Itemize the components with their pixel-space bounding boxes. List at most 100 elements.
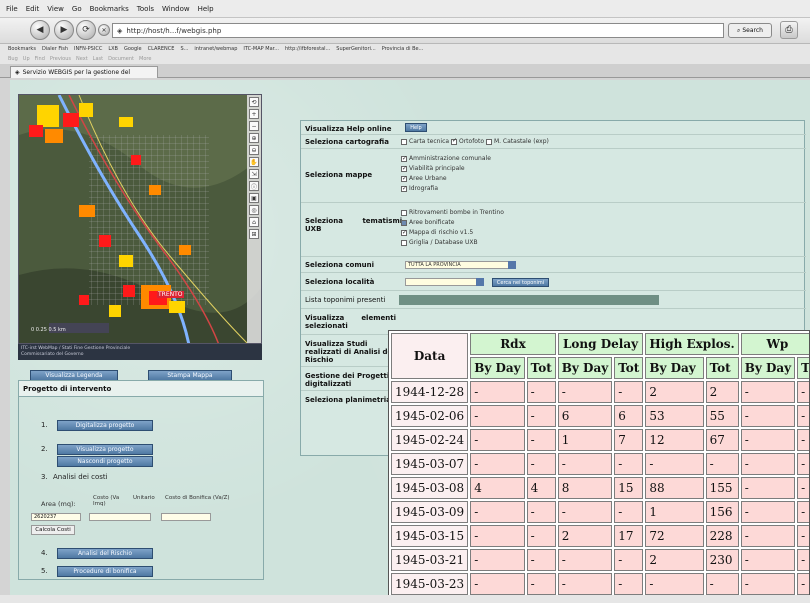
print-icon[interactable]: ⎙ bbox=[780, 21, 798, 39]
table-row: 1945-02-24- -1 7 12 67- - bbox=[391, 429, 809, 451]
comuni-label: Seleziona comuni bbox=[305, 261, 374, 269]
map-tool-icon[interactable]: ⟲ bbox=[249, 97, 259, 107]
value-cell: 4 bbox=[526, 477, 556, 499]
bookmark-item[interactable]: CLARENCE bbox=[148, 46, 175, 52]
ortofoto-checkbox[interactable] bbox=[450, 137, 457, 145]
mappa-rischio-checkbox[interactable] bbox=[401, 228, 407, 238]
address-bar[interactable]: ◈ http://host/h...f/webgis.php bbox=[112, 23, 724, 38]
comuni-select-value: TUTTA LA PROVINCIA bbox=[405, 261, 509, 269]
bookmark-item[interactable]: Dialer Fish bbox=[42, 46, 68, 52]
amministrazione-checkbox[interactable] bbox=[401, 154, 407, 164]
bookmark-item[interactable]: intranet/webmap bbox=[194, 46, 237, 52]
toponimi-list[interactable] bbox=[399, 295, 659, 305]
cerca-toponimi-button[interactable]: Cerca nei toponimi bbox=[491, 278, 550, 287]
value-cell: - bbox=[614, 549, 644, 571]
personal-toolbar-item[interactable]: Bug bbox=[8, 56, 18, 62]
carta-tecnica-checkbox[interactable] bbox=[401, 138, 407, 145]
tematismi-label-a: Seleziona bbox=[305, 217, 343, 225]
gestione-label: Gestione dei Progetti digitalizzati bbox=[305, 372, 397, 388]
bookmark-item[interactable]: INFN-PSICC bbox=[74, 46, 102, 52]
personal-toolbar-item[interactable]: Document bbox=[108, 56, 134, 62]
procedure-bonifica-button[interactable]: Procedure di bonifica bbox=[57, 566, 153, 577]
personal-toolbar-item[interactable]: Last bbox=[93, 56, 103, 62]
table-row: 1945-03-21- - - -2 230- - bbox=[391, 549, 809, 571]
bonifica-input[interactable] bbox=[161, 513, 211, 521]
map-tool-icon[interactable]: ⇲ bbox=[249, 169, 259, 179]
help-button[interactable]: Help bbox=[405, 123, 427, 132]
bookmark-item[interactable]: Bookmarks bbox=[8, 46, 36, 52]
visualizza-progetto-button[interactable]: Visualizza progetto bbox=[57, 444, 153, 455]
stop-icon[interactable]: ✕ bbox=[98, 24, 110, 36]
bookmark-item[interactable]: LXB bbox=[108, 46, 118, 52]
ritrovamenti-checkbox[interactable] bbox=[401, 209, 407, 216]
aree-bonificate-checkbox[interactable] bbox=[401, 219, 407, 226]
costo-input[interactable] bbox=[89, 513, 151, 521]
mappe-options: Amministrazione comunale Viabilità princ… bbox=[401, 154, 491, 194]
map-tool-icon[interactable]: ⊕ bbox=[249, 133, 259, 143]
value-cell: 53 bbox=[645, 405, 704, 427]
tab-webgis[interactable]: ◈ Servizio WEBGIS per la gestione del bbox=[10, 66, 158, 78]
aree-urbane-checkbox[interactable] bbox=[401, 174, 407, 184]
personal-toolbar-item[interactable]: Up bbox=[23, 56, 30, 62]
comuni-select[interactable]: TUTTA LA PROVINCIA bbox=[405, 261, 516, 269]
map-tool-icon[interactable]: + bbox=[249, 109, 259, 119]
menu-file[interactable]: File bbox=[6, 5, 18, 13]
calcola-costi-button[interactable]: Calcola Costi bbox=[31, 525, 75, 535]
bookmark-item[interactable]: S... bbox=[180, 46, 188, 52]
map-tool-icon[interactable]: ⌂ bbox=[249, 217, 259, 227]
forward-icon[interactable]: ▶ bbox=[54, 20, 74, 40]
tematismi-options: Ritrovamenti bombe in Trentino Aree boni… bbox=[401, 208, 504, 248]
map-tool-icon[interactable]: ◎ bbox=[249, 205, 259, 215]
reload-icon[interactable]: ⟳ bbox=[76, 20, 96, 40]
value-cell: - bbox=[526, 501, 556, 523]
map-view[interactable]: TRENTO 0 0.25 0.5 km ⟲ + − ⊕ ⊖ ✋ ⇲ ⓘ ▣ ◎ ⌂ ⊞ bbox=[18, 94, 262, 344]
viabilita-checkbox[interactable] bbox=[401, 164, 407, 174]
value-cell: 17 bbox=[614, 525, 644, 547]
griglia-checkbox[interactable] bbox=[401, 239, 407, 246]
bookmark-item[interactable]: Google bbox=[124, 46, 142, 52]
map-tool-icon[interactable]: ⓘ bbox=[249, 181, 259, 191]
menu-view[interactable]: View bbox=[47, 5, 64, 13]
menu-help[interactable]: Help bbox=[198, 5, 214, 13]
personal-toolbar-item[interactable]: Previous bbox=[50, 56, 71, 62]
map-tool-icon[interactable]: − bbox=[249, 121, 259, 131]
option-label: Ortofoto bbox=[458, 138, 485, 145]
menu-bookmarks[interactable]: Bookmarks bbox=[90, 5, 129, 13]
analisi-rischio-button[interactable]: Analisi del Rischio bbox=[57, 548, 153, 559]
sub-header: Tot bbox=[614, 357, 644, 379]
digitalizza-button[interactable]: Digitalizza progetto bbox=[57, 420, 153, 431]
value-cell: - bbox=[740, 525, 796, 547]
map-tool-icon[interactable]: ✋ bbox=[249, 157, 259, 167]
menu-edit[interactable]: Edit bbox=[26, 5, 40, 13]
gestione-label-b: digitalizzati bbox=[305, 380, 352, 388]
value-cell: - bbox=[470, 429, 525, 451]
search-button[interactable]: ⌕ Search bbox=[728, 23, 772, 38]
menu-go[interactable]: Go bbox=[72, 5, 82, 13]
chevron-down-icon[interactable] bbox=[508, 261, 516, 269]
bookmark-item[interactable]: ITC-MAP Mar... bbox=[243, 46, 279, 52]
nascondi-progetto-button[interactable]: Nascondi progetto bbox=[57, 456, 153, 467]
mappe-label: Seleziona mappe bbox=[305, 171, 373, 179]
value-cell: 6 bbox=[614, 405, 644, 427]
idrografia-checkbox[interactable] bbox=[401, 184, 407, 194]
personal-toolbar-item[interactable]: Next bbox=[76, 56, 88, 62]
catastale-checkbox[interactable] bbox=[485, 138, 492, 145]
bookmark-item[interactable]: http://ifbforestal... bbox=[285, 46, 330, 52]
chevron-down-icon[interactable] bbox=[476, 278, 484, 286]
personal-toolbar-item[interactable]: Find bbox=[35, 56, 45, 62]
personal-toolbar: Bug Up Find Previous Next Last Document More bbox=[0, 54, 810, 64]
localita-input[interactable] bbox=[405, 278, 477, 286]
area-input[interactable]: 2620237 bbox=[31, 513, 81, 521]
menu-window[interactable]: Window bbox=[162, 5, 190, 13]
map-tool-icon[interactable]: ▣ bbox=[249, 193, 259, 203]
table-row: 1945-03-09- - - -1 156- - bbox=[391, 501, 809, 523]
back-icon[interactable]: ◀ bbox=[30, 20, 50, 40]
menu-tools[interactable]: Tools bbox=[137, 5, 154, 13]
bookmark-item[interactable]: SuperGenitori... bbox=[336, 46, 375, 52]
personal-toolbar-item[interactable]: More bbox=[139, 56, 151, 62]
bookmark-item[interactable]: Provincia di Be... bbox=[382, 46, 424, 52]
table-row: 1945-03-23- - - - - - - - bbox=[391, 573, 809, 595]
group-header: Rdx bbox=[470, 333, 556, 355]
map-tool-icon[interactable]: ⊞ bbox=[249, 229, 259, 239]
map-tool-icon[interactable]: ⊖ bbox=[249, 145, 259, 155]
